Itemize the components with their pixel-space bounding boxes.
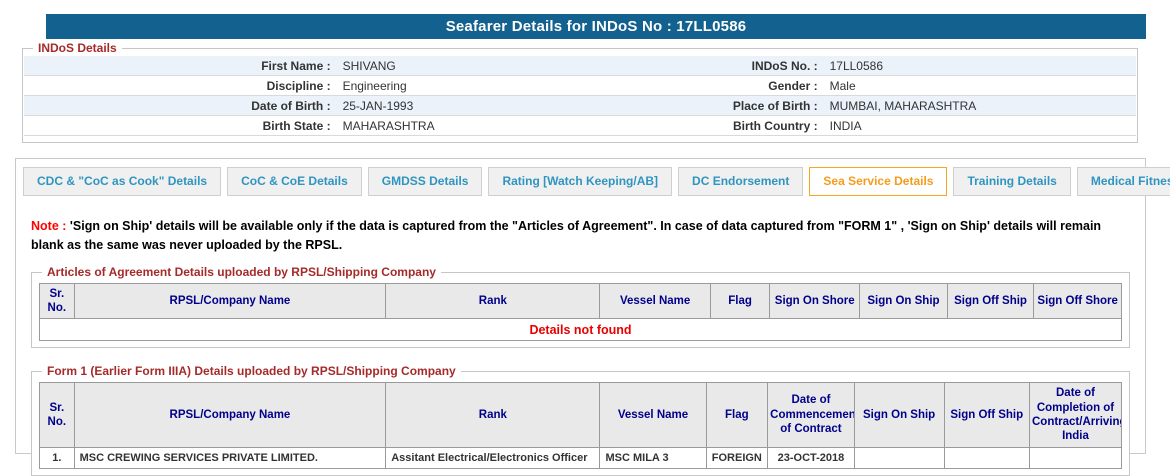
tab-cdc-coc-as-cook-details[interactable]: CDC & "CoC as Cook" Details — [23, 167, 222, 196]
col-header-sign-on-ship: Sign On Ship — [853, 382, 945, 448]
indos-row: Birth State : MAHARASHTRA Birth Country … — [24, 116, 1136, 136]
table-row: 1. MSC CREWING SERVICES PRIVATE LIMITED.… — [39, 446, 1123, 469]
cell-vessel-name: MSC MILA 3 — [599, 446, 707, 469]
col-header-rank: Rank — [385, 382, 601, 448]
indos-row: First Name : SHIVANG INDoS No. : 17LL058… — [24, 56, 1136, 76]
col-header-sign-on-shore: Sign On Shore — [769, 282, 861, 320]
discipline-label: Discipline : — [266, 78, 331, 93]
indos-details-panel: INDoS Details First Name : SHIVANG INDoS… — [22, 41, 1138, 143]
col-header-sr-no: Sr. No. — [39, 282, 75, 320]
gender-value: Male — [829, 78, 856, 93]
indos-no-value: 17LL0586 — [829, 58, 883, 73]
col-header-flag: Flag — [705, 382, 769, 448]
col-header-sign-on-ship: Sign On Ship — [859, 282, 948, 320]
col-header-vessel-name: Vessel Name — [599, 282, 711, 320]
tab-medical-fitness-certificate[interactable]: Medical Fitness Certificate — [1076, 167, 1170, 196]
articles-of-agreement-section: Articles of Agreement Details uploaded b… — [31, 264, 1130, 349]
col-header-sign-off-ship: Sign Off Ship — [946, 282, 1035, 320]
date-of-birth-label: Date of Birth : — [251, 98, 331, 113]
col-header-rpsl-company-name: RPSL/Company Name — [73, 282, 387, 320]
indos-details-legend: INDoS Details — [33, 41, 122, 55]
cell-company-name: MSC CREWING SERVICES PRIVATE LIMITED. — [73, 446, 387, 469]
tab-rating-watch-keeping-ab[interactable]: Rating [Watch Keeping/AB] — [488, 167, 673, 196]
birth-state-label: Birth State : — [262, 118, 331, 133]
form1-table: Sr. No. RPSL/Company Name Rank Vessel Na… — [39, 382, 1123, 469]
col-header-date-of-completion: Date of Completion of Contract/Arriving … — [1028, 382, 1123, 448]
form1-header-row: Sr. No. RPSL/Company Name Rank Vessel Na… — [39, 382, 1123, 448]
date-of-birth-value: 25-JAN-1993 — [342, 98, 414, 113]
cell-sign-on-ship — [853, 446, 945, 469]
tab-sea-service-details[interactable]: Sea Service Details — [809, 167, 948, 196]
note-prefix: Note : — [31, 219, 67, 233]
cell-flag: FOREIGN — [705, 446, 769, 469]
cell-completion-date — [1028, 446, 1123, 469]
articles-of-agreement-table: Sr. No. RPSL/Company Name Rank Vessel Na… — [39, 282, 1122, 342]
tab-dc-endorsement[interactable]: DC Endorsement — [678, 167, 804, 196]
col-header-sr-no: Sr. No. — [39, 382, 75, 448]
form1-section: Form 1 (Earlier Form IIIA) Details uploa… — [31, 364, 1130, 476]
col-header-sign-off-ship: Sign Off Ship — [943, 382, 1030, 448]
first-name-label: First Name : — [261, 58, 331, 73]
col-header-date-of-commencement: Date of Commencement of Contract — [767, 382, 855, 448]
col-header-flag: Flag — [709, 282, 771, 320]
indos-row: Discipline : Engineering Gender : Male — [24, 76, 1136, 96]
gender-label: Gender : — [768, 78, 818, 93]
discipline-value: Engineering — [342, 78, 407, 93]
col-header-rpsl-company-name: RPSL/Company Name — [73, 382, 387, 448]
sign-on-ship-note: Note : 'Sign on Ship' details will be av… — [31, 217, 1123, 255]
tab-gmdss-details[interactable]: GMDSS Details — [367, 167, 483, 196]
cell-sr-no: 1. — [39, 446, 75, 469]
col-header-sign-off-shore: Sign Off Shore — [1033, 282, 1122, 320]
note-body: 'Sign on Ship' details will be available… — [31, 219, 1102, 252]
birth-country-value: INDIA — [829, 118, 862, 133]
col-header-vessel-name: Vessel Name — [599, 382, 707, 448]
place-of-birth-label: Place of Birth : — [732, 98, 818, 113]
cell-sign-off-ship — [943, 446, 1030, 469]
articles-of-agreement-legend: Articles of Agreement Details uploaded b… — [42, 264, 441, 279]
tab-bar: CDC & "CoC as Cook" Details CoC & CoE De… — [23, 167, 1170, 196]
tab-training-details[interactable]: Training Details — [953, 167, 1071, 196]
sea-service-panel: CDC & "CoC as Cook" Details CoC & CoE De… — [15, 158, 1170, 476]
place-of-birth-value: MUMBAI, MAHARASHTRA — [829, 98, 977, 113]
birth-state-value: MAHARASHTRA — [342, 118, 435, 133]
form1-legend: Form 1 (Earlier Form IIIA) Details uploa… — [42, 364, 461, 379]
col-header-rank: Rank — [385, 282, 601, 320]
empty-row: Details not found — [39, 318, 1122, 342]
articles-header-row: Sr. No. RPSL/Company Name Rank Vessel Na… — [39, 282, 1122, 320]
first-name-value: SHIVANG — [342, 58, 396, 73]
details-not-found-message: Details not found — [39, 318, 1122, 342]
cell-rank: Assitant Electrical/Electronics Officer — [385, 446, 601, 469]
page-title: Seafarer Details for INDoS No : 17LL0586 — [46, 14, 1146, 39]
birth-country-label: Birth Country : — [732, 118, 818, 133]
indos-no-label: INDoS No. : — [751, 58, 818, 73]
cell-commencement-date: 23-OCT-2018 — [767, 446, 855, 469]
tab-coc-coe-details[interactable]: CoC & CoE Details — [227, 167, 362, 196]
indos-row: Date of Birth : 25-JAN-1993 Place of Bir… — [24, 96, 1136, 116]
